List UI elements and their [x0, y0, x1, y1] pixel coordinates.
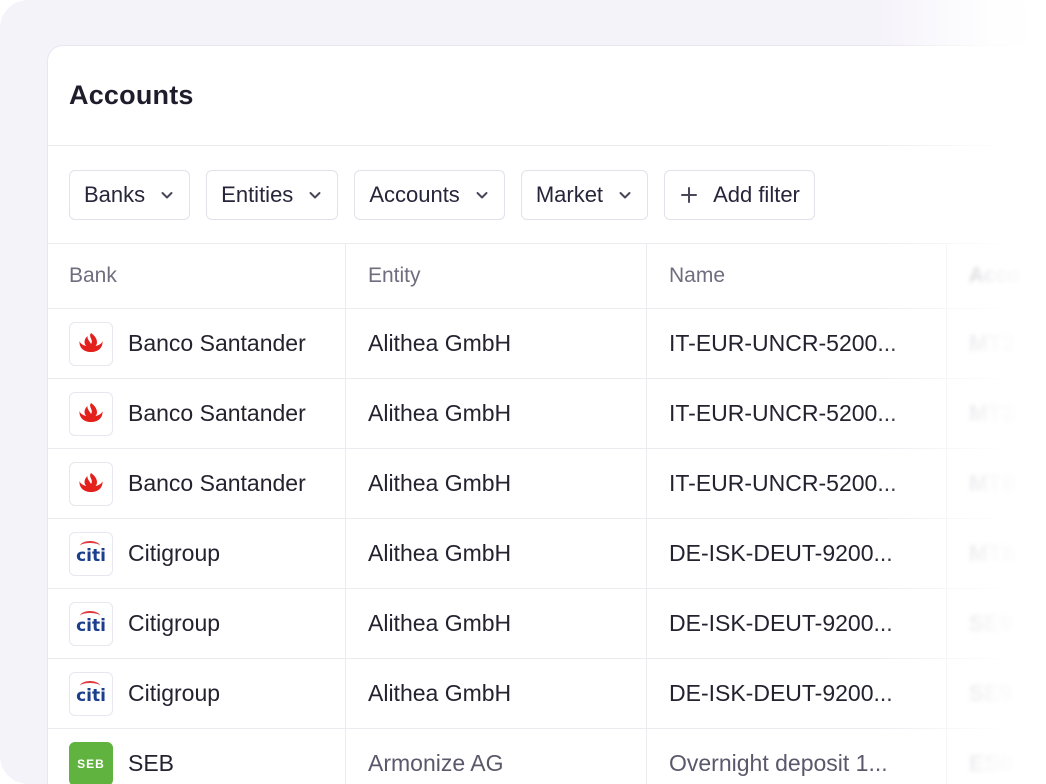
account-name-cell: DE-ISK-DEUT-9200...: [647, 519, 947, 588]
account-number-cell: MT2: [969, 330, 1015, 356]
table-row[interactable]: Banco Santander Alithea GmbH IT-EUR-UNCR…: [48, 449, 1046, 519]
account-number-cell: MT8: [969, 470, 1015, 496]
column-header-account[interactable]: Acco: [947, 244, 1046, 308]
table-row[interactable]: citi Citigroup Alithea GmbH DE-ISK-DEUT-…: [48, 659, 1046, 729]
filter-market-button[interactable]: Market: [520, 169, 649, 220]
column-header-name[interactable]: Name: [647, 244, 947, 308]
accounts-table: Bank Entity Name Acco Banco Santander Al…: [48, 244, 1046, 784]
bank-name: Citigroup: [128, 540, 221, 566]
citi-logo-icon: citi: [69, 601, 113, 646]
account-name-cell: Overnight deposit 1...: [647, 729, 947, 784]
account-number-cell: MT2: [969, 400, 1015, 426]
app-backdrop: Accounts Banks Entities Accounts Market …: [0, 0, 1046, 784]
santander-logo-icon: [69, 391, 113, 436]
account-name-cell: DE-ISK-DEUT-9200...: [647, 659, 947, 728]
seb-logo-icon: SEB: [69, 741, 113, 784]
add-filter-label: Add filter: [713, 181, 800, 207]
bank-cell: Banco Santander: [48, 379, 346, 448]
plus-icon: [681, 186, 698, 203]
table-row[interactable]: citi Citigroup Alithea GmbH DE-ISK-DEUT-…: [48, 589, 1046, 659]
bank-name: Citigroup: [128, 680, 221, 706]
account-name-cell: IT-EUR-UNCR-5200...: [647, 449, 947, 518]
entity-cell: Alithea GmbH: [346, 589, 647, 658]
filter-entities-button[interactable]: Entities: [206, 169, 339, 220]
entity-cell: Alithea GmbH: [346, 379, 647, 448]
card-header: Accounts: [48, 46, 1046, 146]
column-header-bank[interactable]: Bank: [48, 244, 346, 308]
bank-name: SEB: [128, 750, 175, 776]
table-row[interactable]: SEB SEB Armonize AG Overnight deposit 1.…: [48, 729, 1046, 784]
chevron-down-icon: [619, 191, 631, 198]
table-row[interactable]: Banco Santander Alithea GmbH IT-EUR-UNCR…: [48, 379, 1046, 449]
chevron-down-icon: [476, 191, 488, 198]
entity-cell: Alithea GmbH: [346, 659, 647, 728]
account-name-cell: IT-EUR-UNCR-5200...: [647, 379, 947, 448]
citi-logo-icon: citi: [69, 531, 113, 576]
chevron-down-icon: [161, 191, 173, 198]
bank-cell: Banco Santander: [48, 449, 346, 518]
bank-cell: citi Citigroup: [48, 589, 346, 658]
table-row[interactable]: Banco Santander Alithea GmbH IT-EUR-UNCR…: [48, 309, 1046, 379]
account-name-cell: IT-EUR-UNCR-5200...: [647, 309, 947, 378]
table-row[interactable]: citi Citigroup Alithea GmbH DE-ISK-DEUT-…: [48, 519, 1046, 589]
account-number-cell: SE9: [969, 680, 1013, 706]
chevron-down-icon: [309, 191, 321, 198]
bank-cell: Banco Santander: [48, 309, 346, 378]
column-header-entity[interactable]: Entity: [346, 244, 647, 308]
account-name-cell: DE-ISK-DEUT-9200...: [647, 589, 947, 658]
santander-logo-icon: [69, 321, 113, 366]
bank-name: Citigroup: [128, 610, 221, 636]
account-number-cell: ES0: [969, 750, 1013, 776]
entity-cell: Armonize AG: [346, 729, 647, 784]
bank-cell: SEB SEB: [48, 729, 346, 784]
page-title: Accounts: [69, 80, 194, 110]
santander-logo-icon: [69, 461, 113, 506]
bank-cell: citi Citigroup: [48, 519, 346, 588]
account-number-cell: SE9: [969, 610, 1013, 636]
filter-accounts-button[interactable]: Accounts: [354, 169, 505, 220]
bank-name: Banco Santander: [128, 330, 306, 356]
table-header-row: Bank Entity Name Acco: [48, 244, 1046, 309]
bank-cell: citi Citigroup: [48, 659, 346, 728]
filter-accounts-label: Accounts: [369, 181, 460, 207]
filter-banks-button[interactable]: Banks: [69, 169, 191, 220]
entity-cell: Alithea GmbH: [346, 309, 647, 378]
accounts-card: Accounts Banks Entities Accounts Market …: [47, 45, 1046, 784]
bank-name: Banco Santander: [128, 400, 306, 426]
account-number-cell: MT8: [969, 540, 1015, 566]
filter-bar: Banks Entities Accounts Market Add filte…: [48, 146, 1046, 244]
filter-market-label: Market: [535, 181, 604, 207]
citi-logo-icon: citi: [69, 671, 113, 716]
bank-name: Banco Santander: [128, 470, 306, 496]
entity-cell: Alithea GmbH: [346, 449, 647, 518]
entity-cell: Alithea GmbH: [346, 519, 647, 588]
filter-entities-label: Entities: [221, 181, 294, 207]
add-filter-button[interactable]: Add filter: [664, 169, 815, 220]
filter-banks-label: Banks: [84, 181, 146, 207]
